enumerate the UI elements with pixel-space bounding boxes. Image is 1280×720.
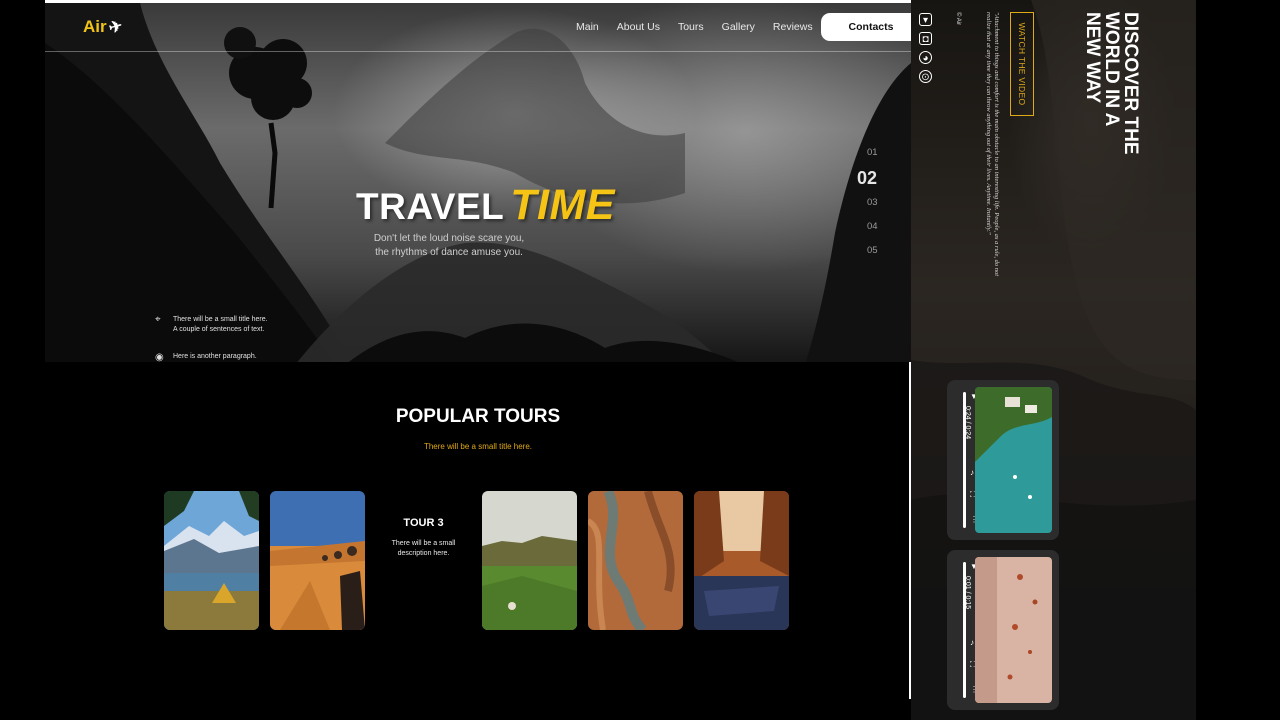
video-1-volume-icon[interactable]: ♪ bbox=[970, 468, 974, 477]
video-2-thumbnail bbox=[975, 557, 1052, 703]
slide-number-active[interactable]: 02 bbox=[857, 165, 878, 191]
nav-item-tours[interactable]: Tours bbox=[678, 21, 704, 33]
contacts-button[interactable]: Contacts bbox=[821, 13, 911, 41]
info-block-1: ⌖ There will be a small title here. A co… bbox=[155, 315, 268, 335]
tour-card-2[interactable] bbox=[270, 491, 365, 630]
hero-section: Air ✈ Main About Us Tours Gallery Review… bbox=[45, 0, 911, 362]
video-1-thumbnail bbox=[975, 387, 1052, 533]
tour-card-5[interactable] bbox=[588, 491, 683, 630]
info-2-text: Here is another paragraph. bbox=[173, 353, 257, 360]
video-2-screen bbox=[975, 557, 1052, 703]
location-pin-icon: ⌖ bbox=[155, 314, 161, 325]
video-2-volume-icon[interactable]: ♪ bbox=[970, 638, 974, 647]
tour-card-6[interactable] bbox=[694, 491, 789, 630]
vk-icon[interactable]: ◕ bbox=[919, 51, 932, 64]
hero-subtitle: Don't let the loud noise scare you, the … bbox=[364, 232, 534, 260]
slide-number-3[interactable]: 03 bbox=[867, 191, 878, 215]
featured-tour-description: There will be a small description here. bbox=[391, 540, 456, 557]
tour-1-image bbox=[164, 491, 259, 630]
slide-number-1[interactable]: 01 bbox=[867, 141, 878, 165]
featured-tour-info: TOUR 3 There will be a small description… bbox=[376, 517, 471, 559]
play-icon[interactable]: ▾ bbox=[919, 13, 932, 26]
slide-number-5[interactable]: 05 bbox=[867, 239, 878, 263]
copyright: © Air bbox=[955, 12, 961, 26]
info-1-line-1: There will be a small title here. bbox=[173, 316, 268, 323]
featured-tour-title: TOUR 3 bbox=[403, 517, 444, 529]
nav-item-main[interactable]: Main bbox=[576, 21, 599, 33]
logo-text: Air bbox=[83, 17, 107, 36]
nav-item-about-us[interactable]: About Us bbox=[617, 21, 660, 33]
video-player-1[interactable]: ▼ ♪ ⛶ ⋮ 0:24 / 0:24 bbox=[947, 380, 1059, 540]
main-nav: Main About Us Tours Gallery Reviews bbox=[576, 21, 813, 33]
tour-2-image bbox=[270, 491, 365, 630]
slide-pagination: 01 02 03 04 05 bbox=[857, 141, 878, 263]
side-title: DISCOVER THE WORLD IN A NEW WAY bbox=[1082, 12, 1141, 155]
page: Air ✈ Main About Us Tours Gallery Review… bbox=[0, 0, 1280, 720]
slide-number-4[interactable]: 04 bbox=[867, 215, 878, 239]
hero-title-accent: TIME bbox=[510, 181, 615, 229]
tour-card-1[interactable] bbox=[164, 491, 259, 630]
video-1-screen bbox=[975, 387, 1052, 533]
logo[interactable]: Air ✈ bbox=[83, 17, 125, 38]
hero-title-main: TRAVEL bbox=[356, 186, 505, 227]
video-1-time: 0:24 / 0:24 bbox=[964, 406, 971, 440]
info-block-2: ◉ Here is another paragraph. bbox=[155, 352, 257, 363]
info-1-line-2: A couple of sentences of text. bbox=[173, 326, 265, 333]
facebook-icon[interactable]: ⊙ bbox=[919, 70, 932, 83]
tour-4-image bbox=[482, 491, 577, 630]
tour-6-image bbox=[694, 491, 789, 630]
popular-tours-subtitle: There will be a small title here. bbox=[423, 442, 533, 451]
video-player-2[interactable]: ▼ ♪ ⛶ ⋮ 0:01 / 0:15 bbox=[947, 550, 1059, 710]
header-divider bbox=[45, 51, 911, 52]
compass-icon: ◉ bbox=[155, 352, 164, 363]
tour-5-image bbox=[588, 491, 683, 630]
instagram-icon[interactable]: ◘ bbox=[919, 32, 932, 45]
hero-subtitle-line-2: the rhythms of dance amuse you. bbox=[375, 247, 523, 258]
tour-card-4[interactable] bbox=[482, 491, 577, 630]
video-2-time: 0:01 / 0:15 bbox=[964, 576, 971, 610]
hero-subtitle-line-1: Don't let the loud noise scare you, bbox=[373, 233, 525, 244]
nav-item-reviews[interactable]: Reviews bbox=[773, 21, 813, 33]
popular-tours-title: POPULAR TOURS bbox=[395, 406, 561, 427]
airplane-icon: ✈ bbox=[106, 17, 125, 38]
nav-item-gallery[interactable]: Gallery bbox=[722, 21, 755, 33]
side-quote: "Attachment to things and comfort is the… bbox=[985, 12, 1000, 277]
right-margin bbox=[1196, 0, 1280, 720]
hero-title: TRAVEL TIME bbox=[356, 181, 615, 230]
watch-video-button[interactable]: WATCH THE VIDEO bbox=[1010, 12, 1034, 116]
social-icons: ▾ ◘ ◕ ⊙ bbox=[919, 13, 932, 83]
